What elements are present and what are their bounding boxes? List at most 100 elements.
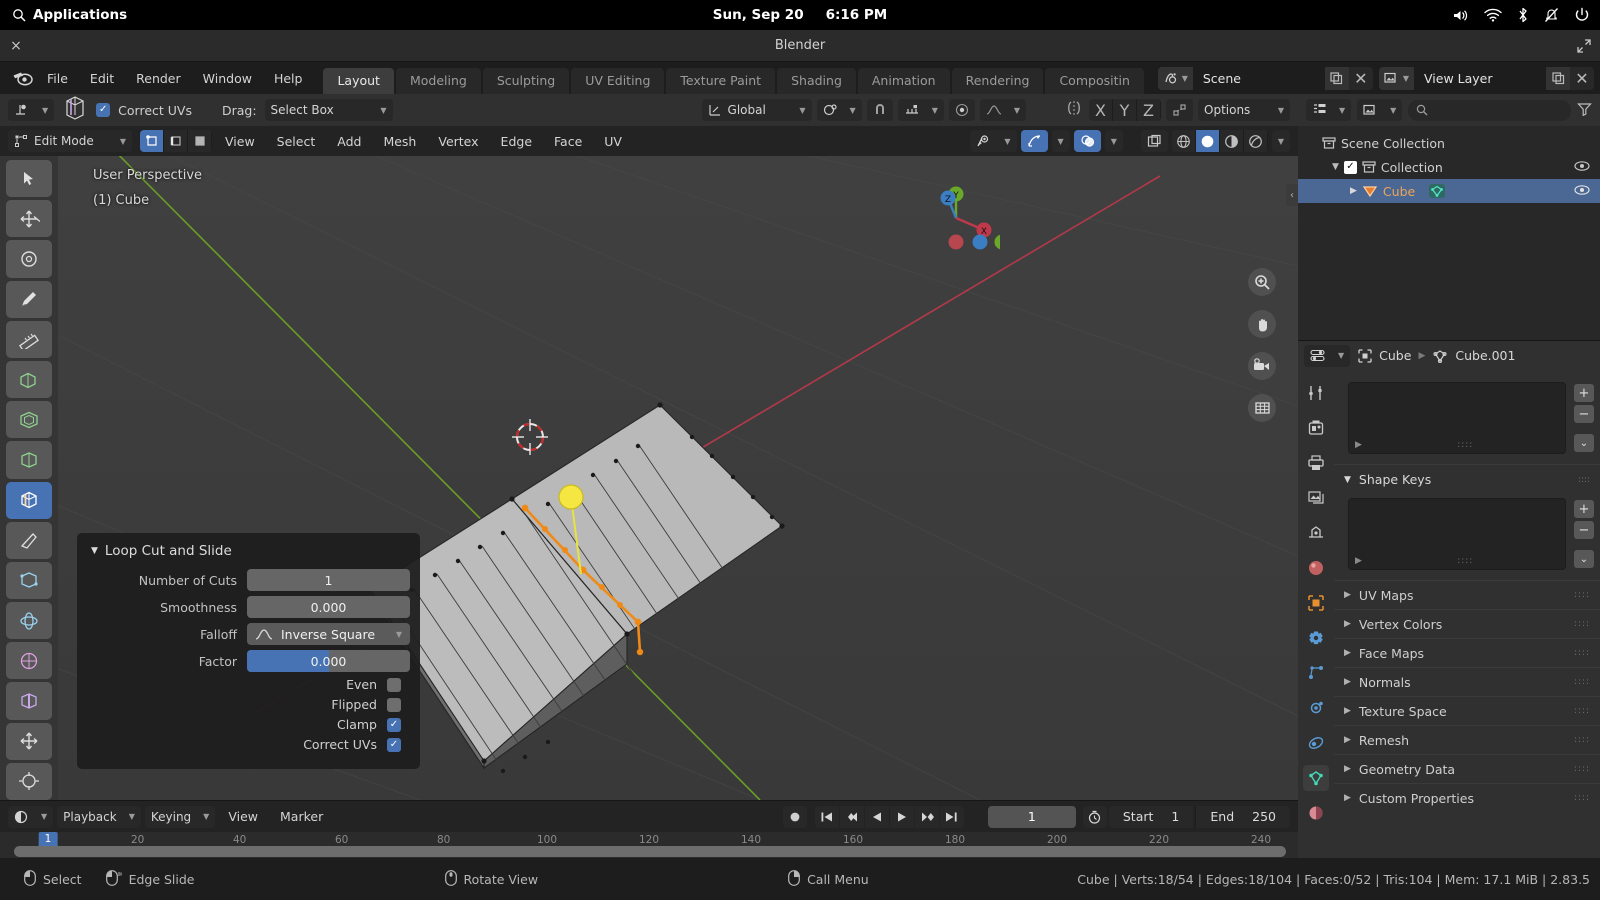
shading-options-dropdown[interactable]: ▼ bbox=[1105, 130, 1123, 152]
material-tab[interactable] bbox=[1303, 800, 1329, 826]
rotate-tool[interactable] bbox=[6, 240, 52, 277]
grip-icon[interactable]: :::: bbox=[1457, 440, 1473, 450]
edge-select-mode-button[interactable] bbox=[164, 130, 188, 152]
new-view-layer-button[interactable] bbox=[1546, 67, 1570, 90]
workspace-tab-modeling[interactable]: Modeling bbox=[396, 68, 481, 94]
editor-type-dropdown[interactable]: ▼ bbox=[8, 806, 53, 828]
delete-view-layer-button[interactable]: ✕ bbox=[1570, 67, 1594, 90]
triangle-right-icon[interactable]: ▶ bbox=[1355, 556, 1362, 566]
modifier-tab[interactable] bbox=[1303, 625, 1329, 651]
toggle-xray-button[interactable] bbox=[1074, 130, 1101, 152]
mode-selector-dropdown[interactable]: Edit Mode ▼ bbox=[8, 130, 132, 152]
spin-tool[interactable] bbox=[6, 602, 52, 639]
panel-texture-space[interactable]: ▶ Texture Space :::: bbox=[1334, 696, 1600, 725]
grip-icon[interactable]: :::: bbox=[1574, 793, 1590, 803]
properties-editor-type-dropdown[interactable]: ▼ bbox=[1304, 345, 1350, 367]
extrude-region-tool[interactable] bbox=[6, 361, 52, 398]
move-tool[interactable] bbox=[6, 200, 52, 237]
grip-icon[interactable]: :::: bbox=[1457, 556, 1473, 566]
operator-checkbox-clamp[interactable]: Clamp ✓ bbox=[87, 717, 410, 732]
start-frame-field[interactable]: Start 1 bbox=[1109, 806, 1194, 828]
bevel-tool[interactable] bbox=[6, 441, 52, 478]
next-keyframe-icon[interactable] bbox=[915, 806, 939, 828]
options-dropdown[interactable]: Options ▼ bbox=[1198, 99, 1290, 121]
view-layer-selector[interactable]: ▼ View Layer ✕ bbox=[1379, 67, 1594, 90]
constraints-tab[interactable] bbox=[1303, 730, 1329, 756]
jump-start-icon[interactable] bbox=[815, 806, 839, 828]
jump-end-icon[interactable] bbox=[940, 806, 964, 828]
xray-toggle-button[interactable] bbox=[1021, 130, 1048, 152]
triangle-right-icon[interactable]: ▶ bbox=[1350, 186, 1357, 196]
operator-checkbox-correct-uvs[interactable]: Correct UVs ✓ bbox=[87, 737, 410, 752]
navigation-gizmo[interactable]: Y X Z bbox=[920, 176, 1000, 256]
zoom-icon[interactable] bbox=[1248, 268, 1276, 296]
outliner-row-cube[interactable]: ▶ Cube bbox=[1298, 179, 1600, 203]
view-layer-tab[interactable] bbox=[1303, 485, 1329, 511]
playback-dropdown[interactable]: Playback ▼ bbox=[57, 806, 141, 828]
timeline-strip[interactable]: 20 40 60 80 100 120 140 160 180 200 220 … bbox=[0, 832, 1298, 858]
snap-magnet-toggle[interactable] bbox=[867, 99, 893, 121]
correct-uvs-checkbox-operator[interactable]: ✓ bbox=[387, 738, 401, 752]
operator-field-factor[interactable]: Factor 0.000 bbox=[87, 650, 410, 672]
grip-icon[interactable]: :::: bbox=[1574, 619, 1590, 629]
viewport-menu-face[interactable]: Face bbox=[545, 131, 591, 152]
operator-field-smoothness[interactable]: Smoothness 0.000 bbox=[87, 596, 410, 618]
mirror-y-button[interactable]: Y bbox=[1113, 99, 1137, 121]
eye-icon[interactable] bbox=[1574, 184, 1590, 199]
shape-key-specials-dropdown[interactable]: ⌄ bbox=[1574, 550, 1594, 568]
drag-mode-dropdown[interactable]: Select Box ▼ bbox=[265, 99, 393, 121]
view-layer-browse-icon[interactable]: ▼ bbox=[1379, 67, 1414, 90]
breadcrumb-object-name[interactable]: Cube bbox=[1379, 348, 1411, 363]
rendered-shading-button[interactable] bbox=[1244, 130, 1268, 152]
outliner-editor-type-dropdown[interactable]: ▼ bbox=[1306, 99, 1351, 121]
face-select-mode-button[interactable] bbox=[188, 130, 212, 152]
mesh-data-icon[interactable] bbox=[1428, 183, 1446, 199]
mirror-icon[interactable] bbox=[1064, 100, 1084, 120]
mirror-x-button[interactable]: X bbox=[1089, 99, 1113, 121]
menu-render[interactable]: Render bbox=[125, 67, 192, 90]
panel-normals[interactable]: ▶ Normals :::: bbox=[1334, 667, 1600, 696]
auto-keying-icon[interactable] bbox=[1083, 806, 1107, 828]
viewport-menu-mesh[interactable]: Mesh bbox=[374, 131, 425, 152]
grip-icon[interactable]: :::: bbox=[1574, 648, 1590, 658]
transform-tool[interactable] bbox=[6, 763, 52, 800]
object-tab[interactable] bbox=[1303, 590, 1329, 616]
panel-vertex-colors[interactable]: ▶ Vertex Colors :::: bbox=[1334, 609, 1600, 638]
snap-pivot-dropdown[interactable]: ▼ bbox=[817, 99, 862, 121]
material-preview-button[interactable] bbox=[1220, 130, 1244, 152]
workspace-tab-shading[interactable]: Shading bbox=[777, 68, 856, 94]
os-tray[interactable] bbox=[1452, 7, 1590, 23]
panel-face-maps[interactable]: ▶ Face Maps :::: bbox=[1334, 638, 1600, 667]
outliner-search-input[interactable] bbox=[1408, 100, 1571, 121]
scene-selector[interactable]: ▼ Scene ✕ bbox=[1158, 67, 1373, 90]
falloff-dropdown[interactable]: Inverse Square ▼ bbox=[247, 623, 410, 645]
proportional-falloff-dropdown[interactable]: ▼ bbox=[980, 99, 1026, 121]
wifi-icon[interactable] bbox=[1484, 8, 1502, 22]
factor-slider[interactable]: 0.000 bbox=[247, 650, 410, 672]
triangle-down-icon[interactable]: ▼ bbox=[1332, 162, 1339, 172]
xray-options-dropdown[interactable]: ▼ bbox=[1052, 130, 1070, 152]
shrink-fatten-tool[interactable] bbox=[6, 723, 52, 760]
workspace-tab-uv-editing[interactable]: UV Editing bbox=[571, 68, 664, 94]
grip-icon[interactable]: :::: bbox=[1574, 735, 1590, 745]
bluetooth-icon[interactable] bbox=[1517, 7, 1529, 23]
world-tab[interactable] bbox=[1303, 555, 1329, 581]
overlays-toggle-button[interactable] bbox=[1141, 130, 1168, 152]
edge-slide-tool[interactable] bbox=[6, 682, 52, 719]
operator-panel[interactable]: ▼ Loop Cut and Slide Number of Cuts 1 Sm… bbox=[77, 533, 420, 769]
panel-remesh[interactable]: ▶ Remesh :::: bbox=[1334, 725, 1600, 754]
wireframe-shading-button[interactable] bbox=[1172, 130, 1196, 152]
triangle-right-icon[interactable]: ▶ bbox=[1355, 440, 1362, 450]
tweak-select-tool[interactable] bbox=[6, 160, 52, 197]
outliner-tree[interactable]: Scene Collection ▼ ✓ Collection ▶ Cube bbox=[1298, 126, 1600, 340]
outliner-filter-icon[interactable] bbox=[1577, 101, 1592, 120]
workspace-tab-layout[interactable]: Layout bbox=[323, 68, 394, 94]
orthographic-toggle-icon[interactable] bbox=[1248, 394, 1276, 422]
keying-dropdown[interactable]: Keying ▼ bbox=[145, 806, 215, 828]
collection-exclude-checkbox[interactable]: ✓ bbox=[1344, 161, 1357, 174]
menu-edit[interactable]: Edit bbox=[79, 67, 125, 90]
breadcrumb-mesh-name[interactable]: Cube.001 bbox=[1455, 348, 1515, 363]
workspace-tab-compositing[interactable]: Compositin bbox=[1045, 68, 1143, 94]
object-data-tab[interactable] bbox=[1303, 765, 1329, 791]
properties-panel[interactable]: ▶ :::: + − ⌄ ▼ Shape Keys :::: ▶ :::: + … bbox=[1334, 370, 1600, 858]
